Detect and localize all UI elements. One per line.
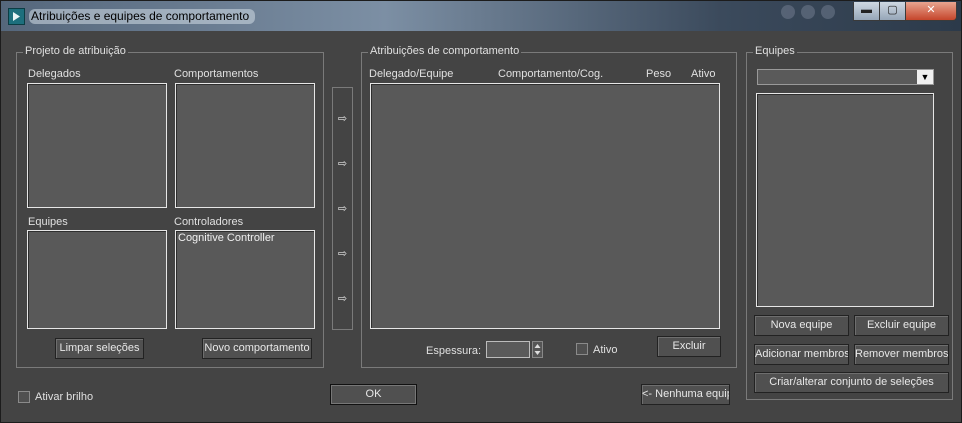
app-logo-icon bbox=[8, 8, 25, 25]
teams-group: Equipes ▼ Nova equipe Excluir equipe Adi… bbox=[746, 45, 953, 400]
add-members-button[interactable]: Adicionar membros bbox=[754, 344, 849, 365]
new-team-button[interactable]: Nova equipe bbox=[754, 315, 849, 336]
group-label: Projeto de atribuição bbox=[23, 45, 128, 57]
clear-selections-button[interactable]: Limpar seleções bbox=[55, 338, 144, 359]
thickness-input[interactable] bbox=[486, 341, 530, 358]
behaviors-label: Comportamentos bbox=[174, 68, 259, 80]
chevron-down-icon[interactable]: ▼ bbox=[917, 70, 933, 84]
column-delegate-team[interactable]: Delegado/Equipe bbox=[369, 68, 453, 80]
behavior-assignments-group: Atribuições de comportamento Delegado/Eq… bbox=[361, 45, 737, 368]
assignments-list[interactable] bbox=[370, 83, 720, 329]
assign-arrows-strip: ⇨ ⇨ ⇨ ⇨ ⇨ bbox=[332, 87, 353, 330]
ok-button[interactable]: OK bbox=[330, 384, 417, 405]
group-label: Equipes bbox=[753, 45, 797, 57]
team-select[interactable]: ▼ bbox=[757, 69, 934, 85]
background-decor-icon bbox=[781, 5, 795, 19]
new-behavior-button[interactable]: Novo comportamento bbox=[202, 338, 312, 359]
window-title: Atribuições e equipes de comportamento bbox=[29, 9, 256, 24]
active-checkbox-label: Ativo bbox=[593, 344, 618, 356]
enable-glow-label: Ativar brilho bbox=[35, 391, 94, 403]
delegates-list[interactable] bbox=[27, 83, 167, 208]
create-selection-set-button[interactable]: Criar/alterar conjunto de seleções bbox=[754, 372, 949, 393]
controllers-label: Controladores bbox=[174, 216, 244, 228]
thickness-spinner-arrows-icon[interactable] bbox=[532, 341, 543, 358]
close-button[interactable]: ✕ bbox=[905, 2, 957, 21]
column-behavior-cog[interactable]: Comportamento/Cog. bbox=[498, 68, 603, 80]
minimize-button[interactable]: ▬ bbox=[853, 2, 880, 21]
delete-assignment-button[interactable]: Excluir bbox=[657, 336, 721, 357]
column-weight[interactable]: Peso bbox=[646, 68, 671, 80]
team-members-list[interactable] bbox=[756, 93, 934, 307]
controllers-list[interactable]: Cognitive Controller bbox=[175, 230, 315, 329]
delegates-label: Delegados bbox=[28, 68, 81, 80]
dialog-client-area: Projeto de atribuição Delegados Comporta… bbox=[8, 31, 954, 415]
title-bar[interactable]: Atribuições e equipes de comportamento ▬… bbox=[1, 1, 961, 31]
delete-team-button[interactable]: Excluir equipe bbox=[854, 315, 949, 336]
thickness-label: Espessura: bbox=[426, 345, 482, 357]
teams-label: Equipes bbox=[28, 216, 68, 228]
maximize-button[interactable]: ▢ bbox=[879, 2, 906, 21]
list-item[interactable]: Cognitive Controller bbox=[176, 231, 314, 245]
background-decor-icon bbox=[821, 5, 835, 19]
behaviors-list[interactable] bbox=[175, 83, 315, 208]
active-checkbox[interactable] bbox=[576, 343, 588, 355]
assign-arrow-icon[interactable]: ⇨ bbox=[333, 202, 352, 215]
teams-list[interactable] bbox=[27, 230, 167, 329]
dialog-window: Atribuições e equipes de comportamento ▬… bbox=[0, 0, 962, 423]
assign-arrow-icon[interactable]: ⇨ bbox=[333, 292, 352, 305]
assignment-design-group: Projeto de atribuição Delegados Comporta… bbox=[16, 45, 324, 368]
no-team-button[interactable]: <- Nenhuma equipe bbox=[641, 384, 730, 405]
assign-arrow-icon[interactable]: ⇨ bbox=[333, 112, 352, 125]
remove-members-button[interactable]: Remover membros bbox=[854, 344, 949, 365]
background-decor-icon bbox=[801, 5, 815, 19]
assign-arrow-icon[interactable]: ⇨ bbox=[333, 157, 352, 170]
enable-glow-checkbox[interactable] bbox=[18, 391, 30, 403]
group-label: Atribuições de comportamento bbox=[368, 45, 522, 57]
assign-arrow-icon[interactable]: ⇨ bbox=[333, 247, 352, 260]
column-active[interactable]: Ativo bbox=[691, 68, 715, 80]
